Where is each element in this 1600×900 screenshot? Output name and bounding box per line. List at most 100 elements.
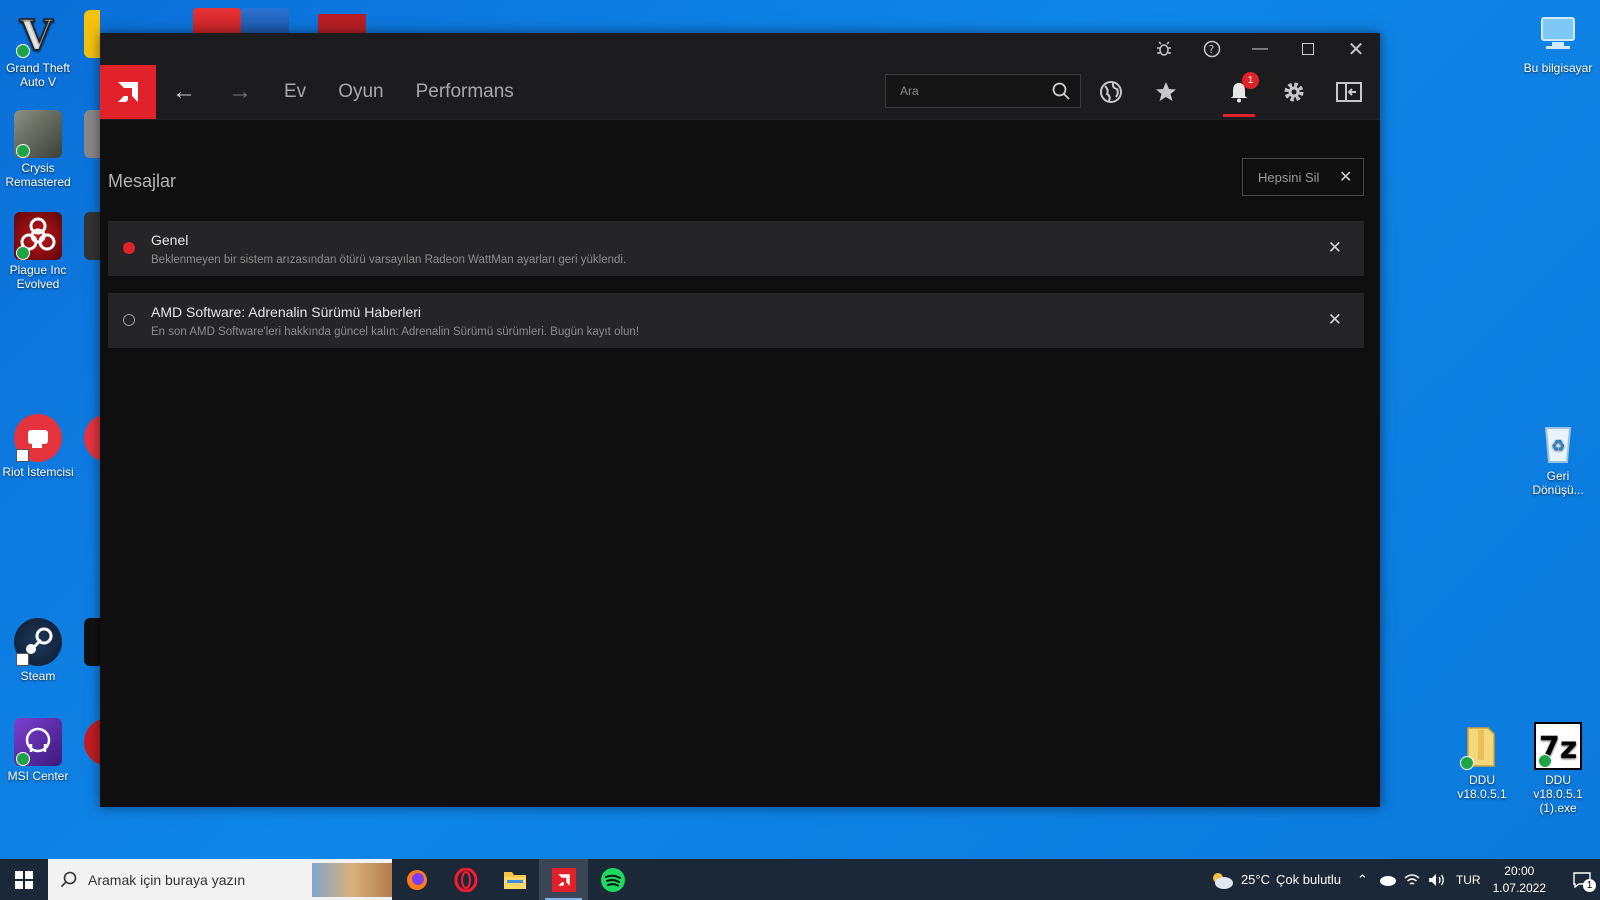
taskbar-firefox[interactable] xyxy=(392,859,441,900)
clock[interactable]: 20:00 1.07.2022 xyxy=(1493,863,1546,897)
messages-panel: Mesajlar Hepsini Sil ✕ Genel Beklenmeyen… xyxy=(100,119,1380,807)
notifications-button[interactable]: 1 xyxy=(1223,72,1259,108)
desktop-icon-partial[interactable] xyxy=(84,212,100,272)
firefox-icon xyxy=(406,869,427,890)
speaker-icon[interactable] xyxy=(1428,873,1446,887)
shortcut-arrow-icon xyxy=(16,653,29,666)
notification-count-badge: 1 xyxy=(1583,879,1596,892)
svg-text:?: ? xyxy=(1209,43,1215,56)
sync-check-icon xyxy=(16,44,30,58)
action-center-button[interactable]: 1 xyxy=(1564,859,1600,900)
desktop-icon-label: Bu bilgisayar xyxy=(1523,61,1593,75)
search-input[interactable] xyxy=(886,83,1052,99)
spotify-icon xyxy=(600,867,625,892)
desktop-icon-plague[interactable]: Plague Inc Evolved xyxy=(0,212,76,291)
weather-text[interactable]: Çok bulutlu xyxy=(1276,872,1341,887)
back-button[interactable]: ← xyxy=(156,65,212,119)
star-icon xyxy=(1156,82,1176,101)
language-indicator[interactable]: TUR xyxy=(1456,873,1481,887)
bug-report-button[interactable] xyxy=(1140,33,1188,65)
help-button[interactable]: ? xyxy=(1188,33,1236,65)
message-body: En son AMD Software'leri hakkında güncel… xyxy=(151,326,640,338)
top-navbar: ← → Ev Oyun Performans 1 xyxy=(100,65,1380,120)
amd-software-window: ? — ✕ ← → Ev Oyun Performans 1 xyxy=(100,33,1380,807)
msi-center-icon xyxy=(14,718,62,766)
desktop-icon-label: Riot İstemcisi xyxy=(2,465,74,479)
search-box[interactable] xyxy=(885,74,1081,108)
desktop-icon-label: Geri Dönüşü... xyxy=(1532,469,1584,497)
chevron-up-icon[interactable]: ⌃ xyxy=(1357,872,1368,888)
tab-performance[interactable]: Performans xyxy=(400,65,530,119)
desktop-icon-ddu-folder[interactable]: DDU v18.0.5.1 xyxy=(1444,722,1520,801)
desktop-icon-partial[interactable] xyxy=(84,110,100,170)
taskbar-spotify[interactable] xyxy=(588,859,637,900)
desktop-icon-partial[interactable] xyxy=(84,10,100,80)
dismiss-message-button[interactable]: ✕ xyxy=(1328,238,1342,258)
system-tray: 25°C Çok bulutlu ⌃ TUR 20:00 1.07.2022 1 xyxy=(1209,859,1600,900)
message-title: Genel xyxy=(151,232,189,248)
message-title: AMD Software: Adrenalin Sürümü Haberleri xyxy=(151,304,422,320)
search-icon[interactable] xyxy=(1052,82,1070,100)
taskbar-file-explorer[interactable] xyxy=(490,859,539,900)
taskbar-search[interactable]: Aramak için buraya yazın xyxy=(48,859,392,900)
desktop-icon-label: MSI Center xyxy=(7,769,69,783)
dismiss-message-button[interactable]: ✕ xyxy=(1328,310,1342,330)
arrow-right-icon: → xyxy=(228,78,252,105)
svg-text:♻: ♻ xyxy=(1551,436,1565,455)
globe-icon xyxy=(1100,81,1122,103)
desktop-icon-partial[interactable] xyxy=(84,718,100,788)
desktop-icon-riot[interactable]: Riot İstemcisi xyxy=(0,414,76,479)
shortcut-arrow-icon xyxy=(16,449,29,462)
start-button[interactable] xyxy=(0,859,48,900)
desktop-icon-partial[interactable] xyxy=(193,8,241,33)
read-dot-icon xyxy=(123,314,135,326)
biohazard-icon xyxy=(14,212,62,260)
desktop-icon-partial[interactable] xyxy=(318,14,366,33)
tab-gaming[interactable]: Oyun xyxy=(322,65,399,119)
opera-icon xyxy=(454,867,477,892)
weather-temp[interactable]: 25°C xyxy=(1241,872,1270,887)
desktop-icon-gta[interactable]: V Grand Theft Auto V xyxy=(0,10,76,89)
desktop-icon-partial[interactable] xyxy=(241,8,289,33)
desktop-icon-steam[interactable]: Steam xyxy=(0,618,76,683)
sidebar-toggle-button[interactable] xyxy=(1333,76,1365,108)
notification-badge: 1 xyxy=(1242,72,1259,89)
forward-button[interactable]: → xyxy=(212,65,268,119)
gta-icon: V xyxy=(14,10,62,61)
globe-button[interactable] xyxy=(1095,76,1127,108)
riot-fist-icon xyxy=(14,414,62,462)
folder-icon xyxy=(503,871,526,889)
message-item[interactable]: Genel Beklenmeyen bir sistem arızasından… xyxy=(108,221,1364,276)
desktop-icon-ddu-exe[interactable]: 7z DDU v18.0.5.1 (1).exe xyxy=(1520,722,1596,815)
delete-all-button[interactable]: Hepsini Sil ✕ xyxy=(1242,158,1364,196)
onedrive-icon[interactable] xyxy=(1378,874,1396,886)
desktop-icon-crysis[interactable]: Crysis Remastered xyxy=(0,110,76,189)
desktop-icon-label: Plague Inc Evolved xyxy=(9,263,67,291)
favorites-button[interactable] xyxy=(1150,76,1182,108)
arrow-left-icon: ← xyxy=(172,78,196,105)
amd-logo[interactable] xyxy=(100,65,156,119)
minimize-icon: — xyxy=(1252,40,1268,57)
sync-check-icon xyxy=(1538,754,1552,768)
desktop-icon-partial[interactable] xyxy=(84,414,100,474)
taskbar-search-placeholder: Aramak için buraya yazın xyxy=(88,871,246,888)
windows-icon xyxy=(15,870,33,889)
taskbar-amd-software[interactable] xyxy=(539,859,588,900)
crysis-icon xyxy=(14,110,62,158)
7zip-icon: 7z xyxy=(1534,722,1582,770)
desktop-icon-recycle-bin[interactable]: ♻ Geri Dönüşü... xyxy=(1520,418,1596,497)
tab-home[interactable]: Ev xyxy=(268,65,322,119)
desktop-icon-this-pc[interactable]: Bu bilgisayar xyxy=(1520,10,1596,75)
wifi-icon[interactable] xyxy=(1404,873,1420,887)
desktop-icon-msi[interactable]: MSI Center xyxy=(0,718,76,783)
recycle-bin-icon: ♻ xyxy=(1534,418,1582,466)
desktop-icon-label: Crysis Remastered xyxy=(5,161,71,189)
minimize-button[interactable]: — xyxy=(1236,33,1284,65)
taskbar-opera[interactable] xyxy=(441,859,490,900)
settings-button[interactable] xyxy=(1278,76,1310,108)
close-window-button[interactable]: ✕ xyxy=(1332,33,1380,65)
desktop-icon-partial[interactable] xyxy=(84,618,100,688)
maximize-button[interactable] xyxy=(1284,33,1332,65)
desktop-icon-label: Grand Theft Auto V xyxy=(6,61,70,89)
message-item[interactable]: AMD Software: Adrenalin Sürümü Haberleri… xyxy=(108,293,1364,348)
